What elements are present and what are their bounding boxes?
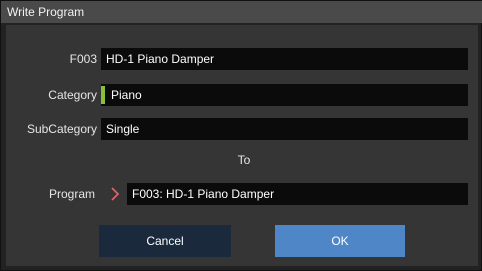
- program-destination-field[interactable]: F003: HD-1 Piano Damper: [127, 183, 468, 205]
- ok-button[interactable]: OK: [275, 225, 405, 257]
- chevron-right-icon[interactable]: [109, 187, 121, 201]
- subcategory-field[interactable]: Single: [101, 118, 468, 140]
- category-color-indicator: [101, 86, 105, 104]
- program-name-field[interactable]: HD-1 Piano Damper: [101, 48, 468, 70]
- category-field[interactable]: Piano: [101, 84, 468, 106]
- dialog-title: Write Program: [1, 1, 482, 23]
- write-program-dialog: Write Program F003 HD-1 Piano Damper Cat…: [0, 0, 482, 271]
- cancel-button[interactable]: Cancel: [99, 225, 231, 257]
- category-label: Category: [48, 88, 97, 102]
- program-number-label: F003: [69, 52, 97, 66]
- category-value: Piano: [111, 88, 142, 102]
- to-label: To: [237, 153, 251, 167]
- program-label: Program: [48, 187, 95, 201]
- subcategory-label: SubCategory: [26, 122, 97, 136]
